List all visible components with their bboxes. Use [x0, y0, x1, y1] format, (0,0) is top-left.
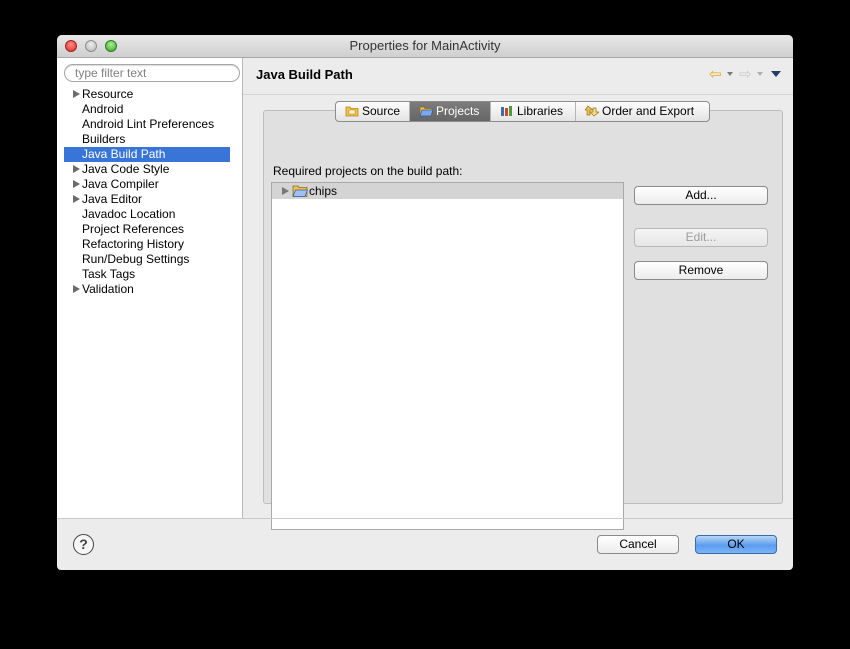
help-icon[interactable]: ?	[73, 534, 94, 555]
sidebar-item-java-editor[interactable]: Java Editor	[64, 192, 230, 207]
view-menu-icon[interactable]	[771, 71, 781, 77]
sidebar-item-label: Task Tags	[82, 267, 136, 281]
sidebar-item-label: Resource	[82, 87, 134, 101]
projects-folder-icon	[419, 106, 433, 117]
filter-input[interactable]: type filter text	[64, 64, 240, 82]
tab-order-and-export[interactable]: Order and Export	[576, 102, 709, 121]
window-title: Properties for MainActivity	[349, 38, 501, 53]
sidebar-item-label: Java Editor	[82, 192, 143, 206]
remove-button[interactable]: Remove	[634, 261, 768, 280]
libraries-icon	[501, 106, 512, 116]
sidebar-item-java-compiler[interactable]: Java Compiler	[64, 177, 230, 192]
sidebar-item-javadoc-location[interactable]: Javadoc Location	[64, 207, 230, 222]
sidebar: type filter text Resource Android Androi…	[57, 58, 243, 518]
sidebar-item-label: Project References	[82, 222, 185, 236]
sidebar-item-label: Javadoc Location	[82, 207, 176, 221]
cancel-button[interactable]: Cancel	[597, 535, 679, 554]
sidebar-item-task-tags[interactable]: Task Tags	[64, 267, 230, 282]
expand-arrow-icon[interactable]	[73, 285, 80, 293]
sidebar-item-java-code-style[interactable]: Java Code Style	[64, 162, 230, 177]
list-item[interactable]: chips	[272, 183, 623, 199]
project-name: chips	[309, 184, 338, 198]
tab-libraries[interactable]: Libraries	[491, 102, 576, 121]
expand-arrow-icon[interactable]	[282, 187, 289, 195]
expand-arrow-icon[interactable]	[73, 165, 80, 173]
tab-label: Libraries	[517, 104, 564, 118]
sidebar-item-label: Android	[82, 102, 124, 116]
expand-arrow-icon[interactable]	[73, 180, 80, 188]
tab-label: Order and Export	[602, 104, 695, 118]
edit-button[interactable]: Edit...	[634, 228, 768, 247]
projects-list[interactable]: chips	[271, 182, 624, 530]
page-title: Java Build Path	[256, 67, 353, 82]
add-button[interactable]: Add...	[634, 186, 768, 205]
tab-projects[interactable]: Projects	[410, 102, 491, 121]
sidebar-item-label: Validation	[82, 282, 134, 296]
tab-bar: Source Projects Libraries Order and Expo…	[335, 101, 710, 122]
footer-divider	[57, 518, 793, 519]
back-dropdown-icon[interactable]	[727, 72, 733, 76]
sidebar-item-label: Java Code Style	[82, 162, 170, 176]
sidebar-item-android[interactable]: Android	[64, 102, 230, 117]
header-divider	[243, 94, 793, 95]
source-folder-icon	[345, 106, 359, 117]
sidebar-item-builders[interactable]: Builders	[64, 132, 230, 147]
sidebar-item-label: Java Build Path	[82, 147, 166, 161]
sidebar-item-label: Refactoring History	[82, 237, 185, 251]
project-folder-icon	[292, 185, 308, 197]
sidebar-item-resource[interactable]: Resource	[64, 87, 230, 102]
expand-arrow-icon[interactable]	[73, 90, 80, 98]
sidebar-item-refactoring-history[interactable]: Refactoring History	[64, 237, 230, 252]
sidebar-item-project-references[interactable]: Project References	[64, 222, 230, 237]
sidebar-item-android-lint-preferences[interactable]: Android Lint Preferences	[64, 117, 230, 132]
forward-arrow-icon[interactable]: ⇨	[739, 67, 752, 82]
title-bar[interactable]: Properties for MainActivity	[57, 35, 793, 58]
ok-button[interactable]: OK	[695, 535, 777, 554]
back-arrow-icon[interactable]: ⇦	[709, 67, 722, 82]
order-export-icon	[585, 105, 599, 117]
expand-arrow-icon[interactable]	[73, 195, 80, 203]
sidebar-item-validation[interactable]: Validation	[64, 282, 230, 297]
sidebar-item-label: Run/Debug Settings	[82, 252, 190, 266]
sidebar-item-label: Android Lint Preferences	[82, 117, 215, 131]
properties-dialog: Properties for MainActivity type filter …	[57, 35, 793, 570]
sidebar-item-label: Java Compiler	[82, 177, 159, 191]
required-projects-label: Required projects on the build path:	[273, 164, 463, 178]
sidebar-item-label: Builders	[82, 132, 126, 146]
tab-label: Projects	[436, 104, 480, 118]
sidebar-item-run-debug-settings[interactable]: Run/Debug Settings	[64, 252, 230, 267]
tab-label: Source	[362, 104, 401, 118]
forward-dropdown-icon[interactable]	[757, 72, 763, 76]
sidebar-item-java-build-path[interactable]: Java Build Path	[64, 147, 230, 162]
main-panel: Java Build Path ⇦ ⇨ Source Projects Libr…	[243, 58, 793, 530]
tab-source[interactable]: Source	[336, 102, 410, 121]
